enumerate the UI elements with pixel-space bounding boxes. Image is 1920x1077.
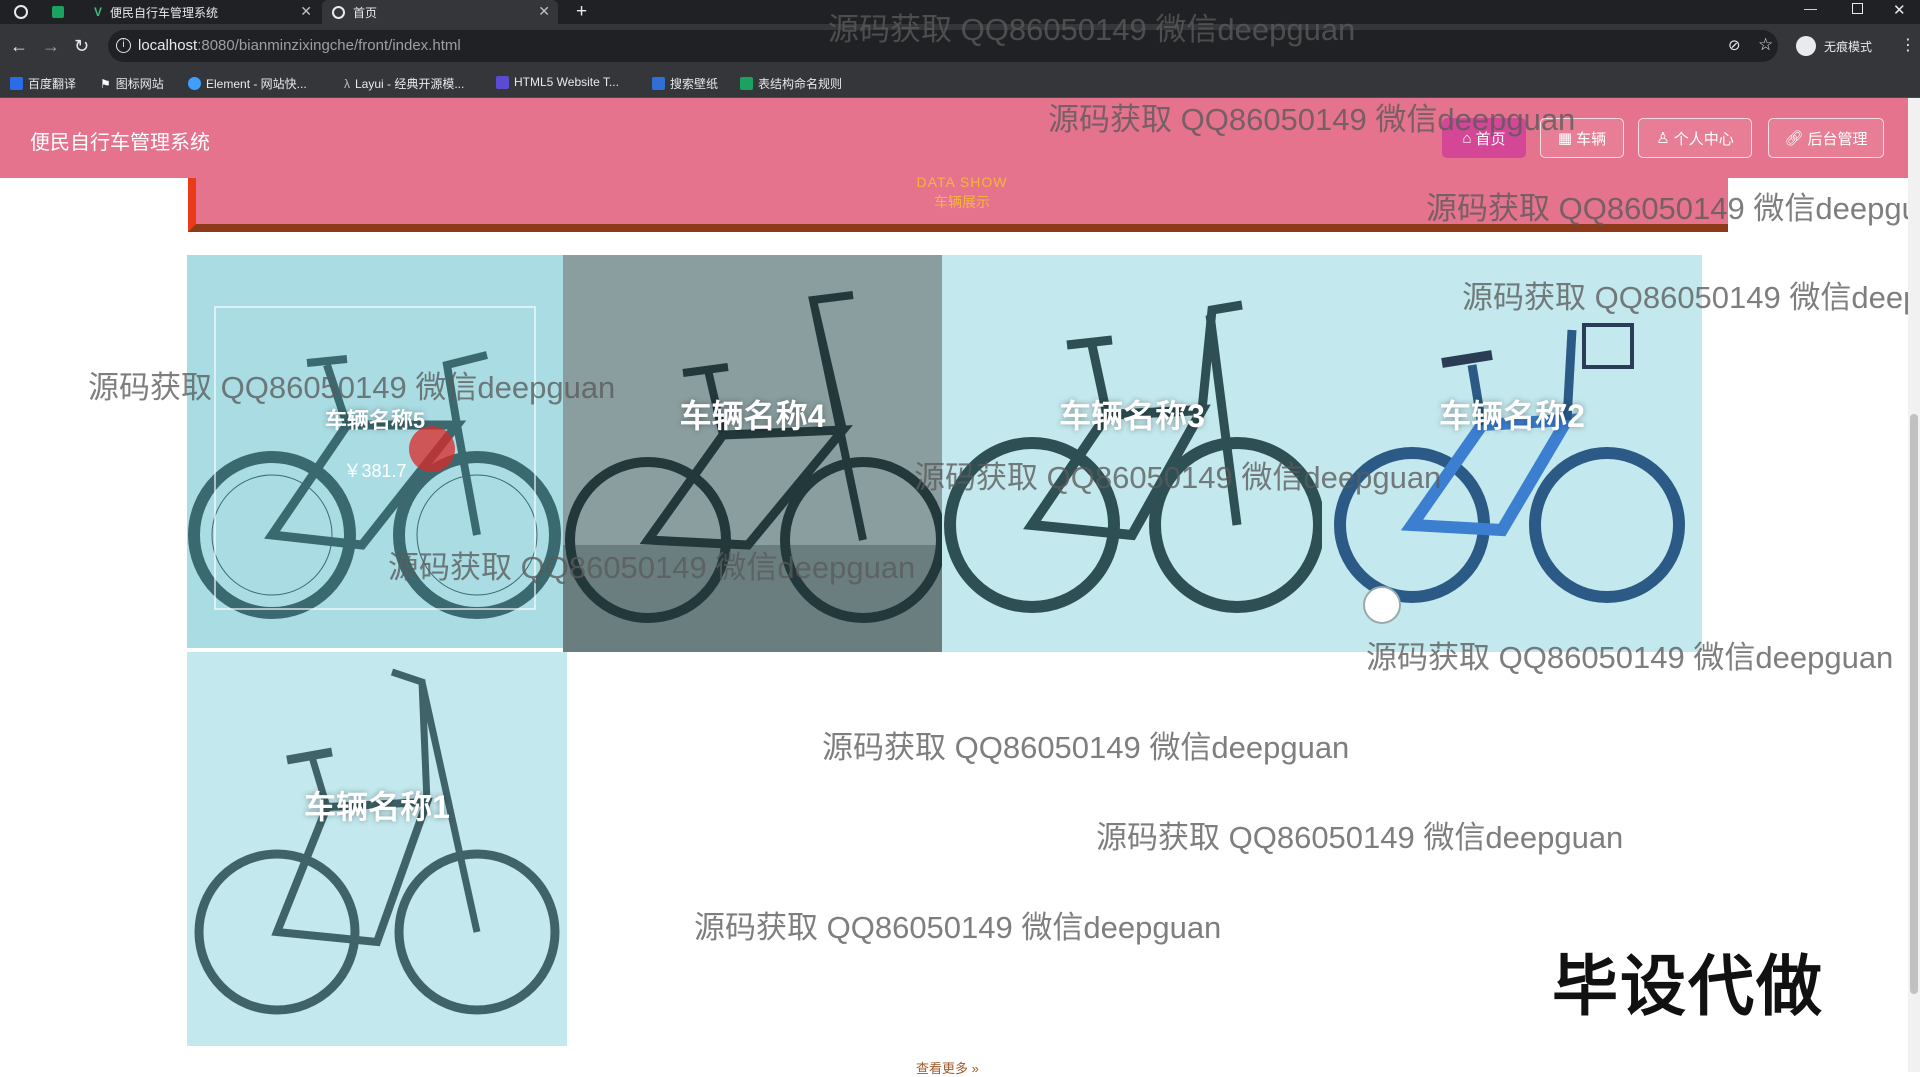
flag-icon: ⚑ — [100, 76, 111, 91]
wallpaper-icon — [652, 77, 665, 90]
menu-icon[interactable]: ⋮ — [1900, 35, 1916, 55]
sheet-tab-icon[interactable] — [52, 6, 64, 18]
close-window-button[interactable]: ✕ — [1893, 1, 1906, 19]
back-button[interactable]: ← — [10, 35, 28, 57]
html5-icon — [496, 75, 509, 89]
restore-button[interactable] — [1852, 3, 1863, 14]
vehicle-name: 车辆名称2 — [1439, 398, 1585, 434]
tab-home[interactable]: 首页 ✕ — [322, 0, 558, 24]
vehicle-name: 车辆名称5 — [324, 408, 426, 433]
info-icon[interactable]: i — [116, 38, 131, 53]
bookmark-item[interactable]: λ Layui - 经典开源模... — [344, 75, 464, 92]
eye-off-icon[interactable]: ⊘ — [1728, 36, 1741, 54]
watermark-text: 源码获取 QQ86050149 微信deepguan — [694, 910, 1222, 945]
nav-label: 后台管理 — [1807, 130, 1868, 148]
vehicle-name: 车辆名称4 — [679, 398, 826, 434]
close-icon[interactable]: ✕ — [300, 3, 312, 20]
bookmark-label: 表结构命名规则 — [758, 77, 843, 91]
bookmark-item[interactable]: HTML5 Website T... — [496, 75, 619, 89]
bookmark-label: Element - 网站快... — [206, 77, 307, 91]
watermark-text: 源码获取 QQ86050149 微信deepguan — [1426, 191, 1920, 226]
tab-home-label: 首页 — [353, 5, 378, 20]
bookmark-label: 图标网站 — [115, 77, 164, 91]
tab-system[interactable]: V 便民自行车管理系统 ✕ — [84, 0, 320, 24]
bicycle-image — [194, 668, 560, 1015]
bookmark-icon — [10, 77, 23, 90]
vehicle-name: 车辆名称3 — [1059, 398, 1205, 434]
site-title: 便民自行车管理系统 — [30, 132, 210, 154]
nav-profile-button[interactable]: ♙ 个人中心 — [1638, 118, 1752, 158]
promo-stamp: 毕设代做 — [1552, 949, 1824, 1023]
reload-button[interactable]: ↻ — [74, 35, 89, 57]
bookmark-label: Layui - 经典开源模... — [355, 77, 465, 91]
star-icon[interactable]: ☆ — [1758, 35, 1773, 55]
scrollbar-thumb[interactable] — [1910, 414, 1918, 994]
watermark-text: 源码获取 QQ86050149 微信deepguan — [822, 730, 1350, 765]
tab-system-label: 便民自行车管理系统 — [110, 5, 219, 20]
vehicle-price: ￥381.7 — [343, 461, 407, 481]
watermark-text: 源码获取 QQ86050149 微信deepguan — [88, 370, 616, 405]
layui-icon: λ — [344, 76, 350, 91]
link-icon: 🔗︎ — [1784, 130, 1804, 147]
minimize-button[interactable]: — — [1804, 1, 1817, 16]
bicycle-image — [188, 306, 561, 619]
url-path: :8080/bianminzixingche/front/index.html — [197, 37, 461, 54]
bookmark-item[interactable]: 搜索壁纸 — [652, 75, 718, 92]
globe-icon — [332, 5, 345, 19]
url-host: localhost — [138, 37, 198, 54]
cursor-highlight-icon — [409, 426, 455, 472]
vehicle-name: 车辆名称1 — [304, 789, 450, 825]
user-icon: ♙ — [1656, 130, 1670, 147]
vehicle-card[interactable]: 车辆名称5 ￥381.7 — [187, 255, 563, 648]
bookmark-label: HTML5 Website T... — [514, 75, 619, 89]
watermark-text: 源码获取 QQ86050149 微信deepguan — [1366, 640, 1894, 675]
view-more-link[interactable]: 查看更多 » — [916, 1058, 979, 1077]
watermark-text: 源码获取 QQ86050149 微信deepguan — [388, 550, 916, 585]
sheet-icon — [740, 77, 753, 90]
forward-button[interactable]: → — [42, 35, 60, 57]
close-icon[interactable]: ✕ — [538, 3, 550, 20]
incognito-icon[interactable] — [1796, 36, 1816, 56]
bookmark-item[interactable]: Element - 网站快... — [188, 75, 307, 92]
bookmark-label: 百度翻译 — [28, 77, 77, 91]
browser-logo-icon — [14, 5, 28, 19]
watermark-text: 源码获取 QQ86050149 微信deepguan — [1462, 280, 1920, 315]
url-text[interactable]: localhost:8080/bianminzixingche/front/in… — [138, 37, 461, 54]
nav-label: 车辆 — [1576, 130, 1607, 148]
watermark-text: 源码获取 QQ86050149 微信deepguan — [828, 12, 1356, 47]
bookmark-item[interactable]: 表结构命名规则 — [740, 75, 842, 92]
element-icon — [188, 77, 201, 90]
nav-admin-button[interactable]: 🔗︎ 后台管理 — [1768, 118, 1884, 158]
bookmark-item[interactable]: 百度翻译 — [10, 75, 76, 92]
vue-icon: V — [94, 5, 103, 19]
nav-label: 个人中心 — [1673, 130, 1734, 148]
bicycle-image — [563, 255, 942, 652]
new-tab-button[interactable]: + — [576, 1, 587, 23]
vehicle-card[interactable]: 车辆名称1 — [187, 652, 567, 1046]
vehicle-card[interactable]: 车辆名称4 — [563, 255, 942, 652]
bookmarks-bar: 百度翻译 ⚑ 图标网站 Element - 网站快... λ Layui - 经典开… — [0, 68, 1920, 98]
site-header: 便民自行车管理系统 ⌂ 首页 ▦ 车辆 ♙ 个人中心 🔗︎ 后台管理 — [0, 98, 1920, 178]
bookmark-label: 搜索壁纸 — [670, 77, 719, 91]
watermark-text: 源码获取 QQ86050149 微信deepguan — [1096, 820, 1624, 855]
watermark-text: 源码获取 QQ86050149 微信deepguan — [1048, 102, 1576, 137]
bookmark-item[interactable]: ⚑ 图标网站 — [100, 75, 164, 92]
page-scrollbar[interactable] — [1908, 98, 1920, 1072]
watermark-text: 源码获取 QQ86050149 微信deepguan — [914, 460, 1442, 495]
profile-label[interactable]: 无痕模式 — [1824, 38, 1872, 55]
